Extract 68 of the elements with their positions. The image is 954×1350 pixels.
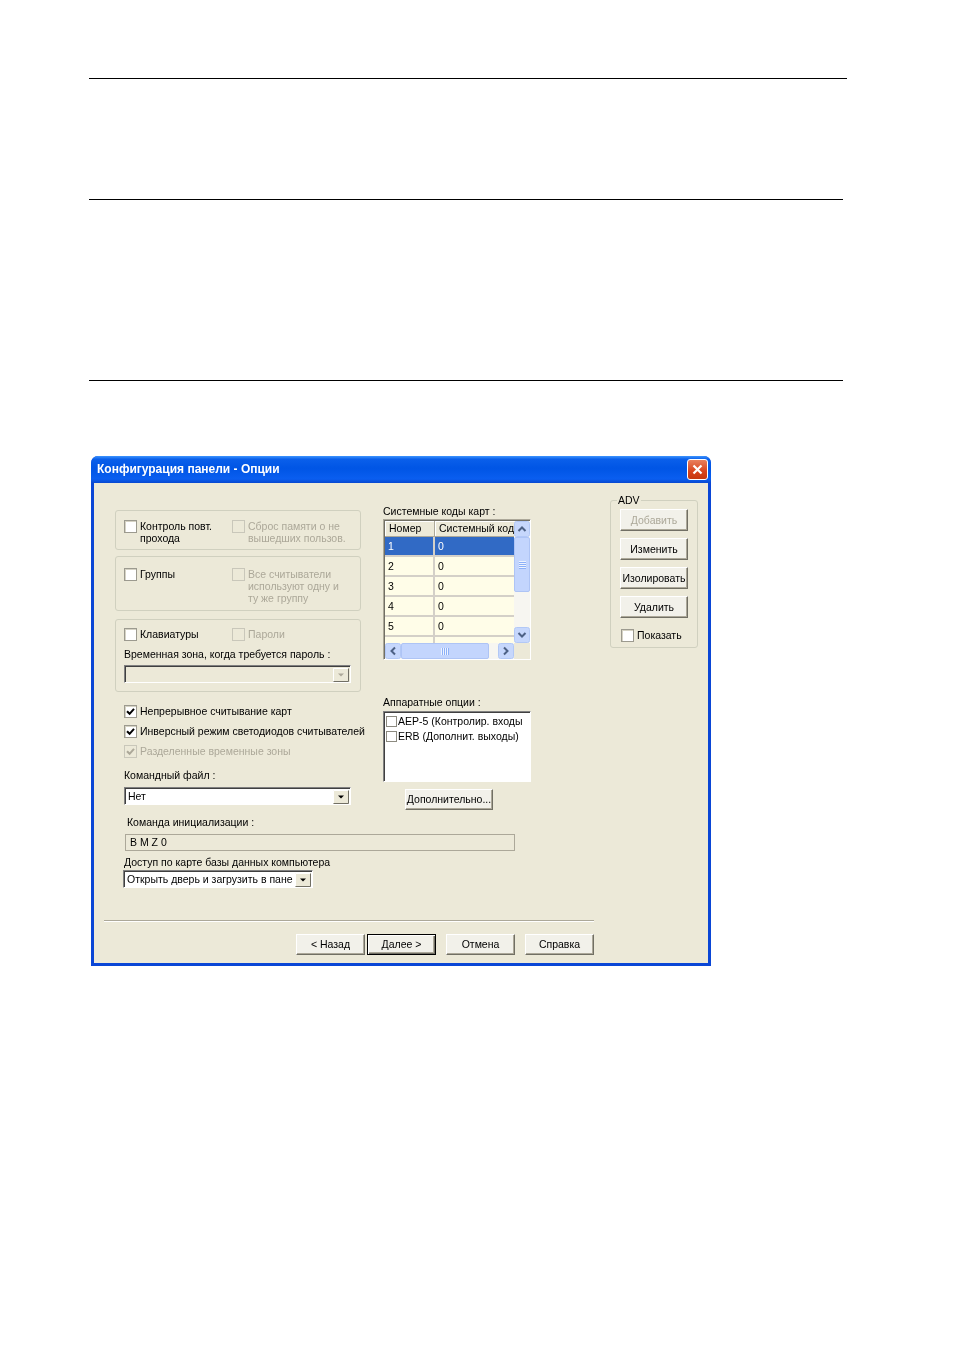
close-icon — [692, 464, 703, 475]
field-label: Командный файл : — [124, 769, 216, 782]
table-row[interactable]: 1 0 — [385, 537, 514, 557]
checkbox[interactable] — [621, 629, 634, 642]
table-cell-text: 0 — [437, 539, 445, 554]
table-cell: 4 — [385, 597, 435, 615]
table-cell-text: 0 — [437, 599, 445, 614]
window-title: Конфигурация панели - Опции — [97, 462, 280, 477]
field-label: Временная зона, когда требуется пароль : — [124, 648, 332, 660]
checkbox[interactable] — [124, 705, 137, 718]
listbox[interactable]: AEP-5 (Контролир. входы ERB (Дополнит. выходы) — [383, 711, 531, 782]
caret-icon[interactable] — [294, 872, 311, 887]
checkbox-label: Все считыватели используют одну и ту же группу — [248, 568, 340, 604]
checkbox[interactable] — [124, 725, 137, 738]
table-row[interactable]: 2 0 — [385, 557, 514, 577]
table-cell-text: 0 — [437, 559, 445, 574]
checkbox-label: Непрерывное считывание карт — [140, 705, 292, 718]
field-label: Системные коды карт : — [383, 505, 496, 518]
checkmark-icon — [126, 707, 135, 716]
field-label: Доступ по карте базы данных компьютера — [124, 856, 331, 869]
help-button[interactable]: Справка — [525, 934, 594, 955]
table-cell-text: 0 — [437, 619, 445, 634]
checkbox-label: Инверсный режим светодиодов считывателей — [140, 725, 365, 738]
more-button[interactable]: Дополнительно... — [405, 789, 493, 810]
caret-icon[interactable] — [333, 789, 349, 804]
field-label: Аппаратные опции : — [383, 696, 481, 709]
vertical-scrollbar[interactable] — [514, 521, 530, 643]
isolate-button[interactable]: Изолировать — [620, 567, 688, 589]
checkbox[interactable] — [124, 568, 137, 581]
option-label: ERB (Дополнит. выходы) — [398, 730, 519, 743]
scroll-thumb[interactable] — [514, 537, 530, 592]
text-field[interactable]: B M Z 0 — [125, 834, 515, 851]
dropdown[interactable]: Открыть дверь и загрузить в пане — [123, 870, 313, 888]
checkbox[interactable] — [124, 628, 137, 641]
table-row[interactable]: 3 0 — [385, 577, 514, 597]
table-row[interactable]: 5 0 — [385, 617, 514, 637]
table-cell-text: 0 — [437, 579, 445, 594]
column-header[interactable]: Системный код — [435, 521, 514, 537]
table-cell: 1 — [385, 537, 435, 555]
table-cell: 5 — [385, 617, 435, 635]
scroll-thumb[interactable] — [401, 643, 489, 659]
table-row[interactable]: 4 0 — [385, 597, 514, 617]
back-button[interactable]: < Назад — [296, 934, 365, 955]
checkbox-label: Пароли — [248, 628, 286, 640]
group-title: ADV — [617, 494, 641, 507]
delete-button[interactable]: Удалить — [620, 596, 688, 618]
checkbox-label: Разделенные временные зоны — [140, 745, 291, 758]
close-button[interactable] — [687, 459, 708, 480]
checkbox[interactable] — [124, 520, 137, 533]
cancel-button[interactable]: Отмена — [446, 934, 515, 955]
checkmark-icon — [126, 747, 135, 756]
table-cell: 2 — [385, 557, 435, 575]
checkbox-label: Клавиатуры — [140, 628, 200, 640]
checkbox-label: Контроль повт. прохода — [140, 520, 213, 544]
option-label: AEP-5 (Контролир. входы — [398, 715, 523, 728]
table-cell: 3 — [385, 577, 435, 595]
dropdown[interactable]: Нет — [124, 787, 351, 805]
column-header[interactable]: Номер — [385, 521, 435, 537]
checkbox-label: Сброс памяти о не вышедших пользов. — [248, 520, 347, 544]
horizontal-scrollbar[interactable] — [385, 643, 514, 659]
checkbox[interactable] — [386, 731, 397, 742]
field-label: Команда инициализации : — [127, 816, 255, 829]
edit-button[interactable]: Изменить — [620, 538, 688, 560]
checkbox-label: Группы — [140, 568, 176, 580]
next-button[interactable]: Далее > — [367, 934, 436, 955]
checkbox[interactable] — [386, 716, 397, 727]
checkbox-label: Показать — [637, 629, 682, 642]
checkmark-icon — [126, 727, 135, 736]
